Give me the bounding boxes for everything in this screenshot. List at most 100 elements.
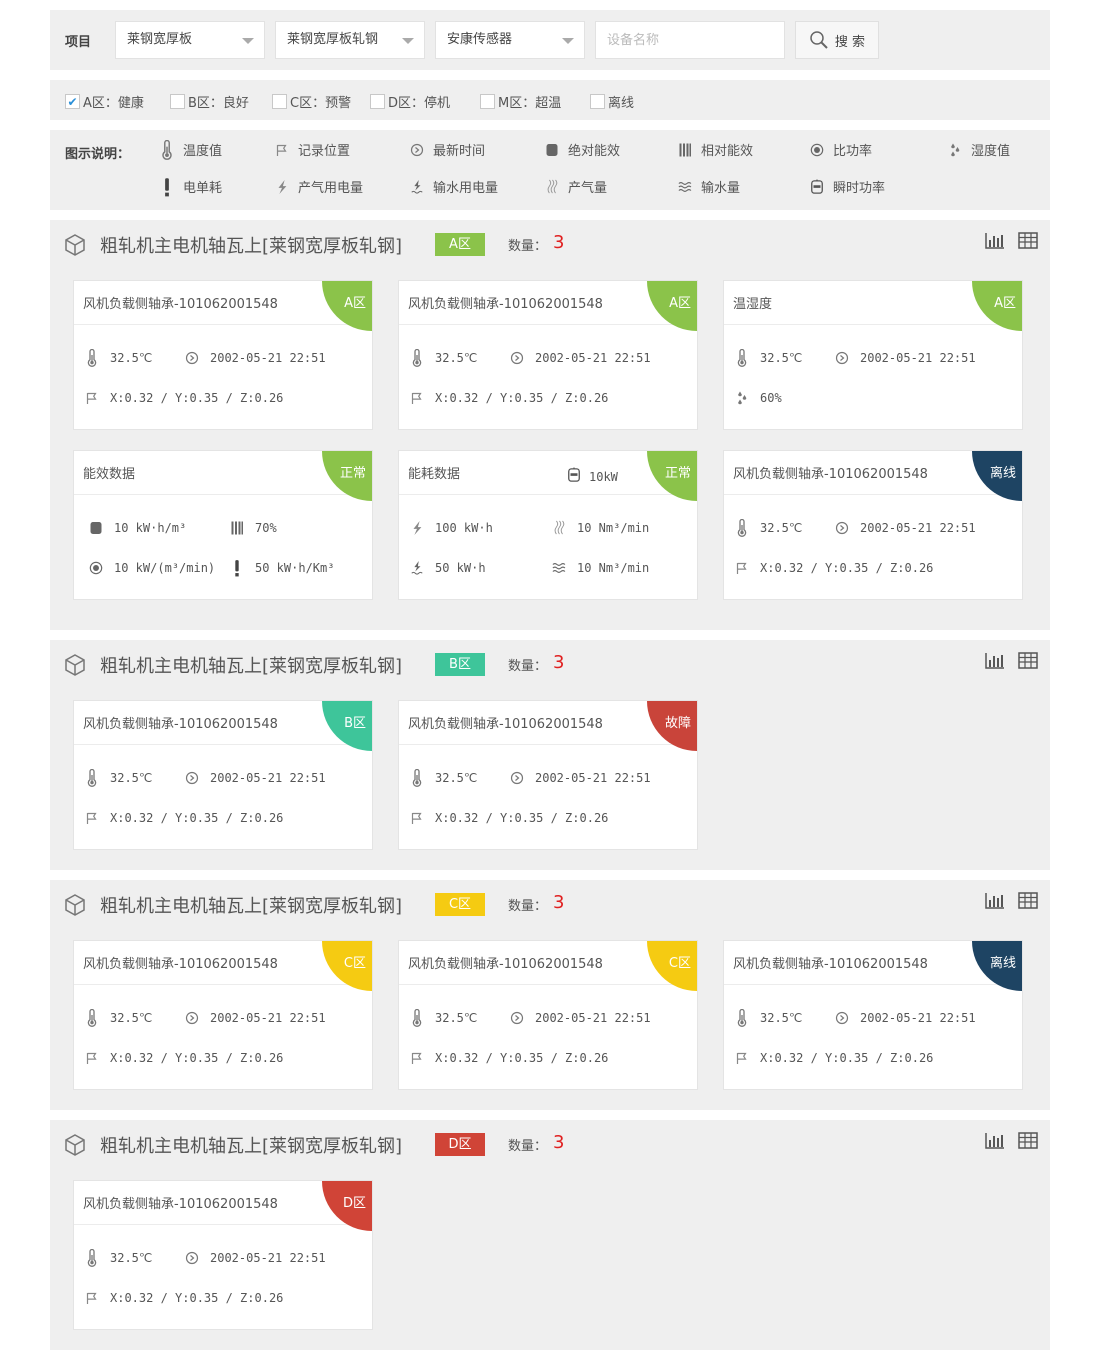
legend-item: 产气量 bbox=[545, 177, 607, 196]
droplets-icon bbox=[734, 389, 750, 407]
card-title: 风机负载侧轴承-101062001548 bbox=[733, 957, 928, 972]
status-filter-1[interactable]: B区：良好 bbox=[170, 92, 249, 111]
steam-icon bbox=[551, 519, 567, 537]
checkbox[interactable] bbox=[480, 94, 495, 109]
legend-item-label: 温度值 bbox=[183, 144, 223, 159]
legend-item-label: 瞬时功率 bbox=[833, 181, 886, 196]
checkbox[interactable] bbox=[370, 94, 385, 109]
card-title: 风机负载侧轴承-101062001548 bbox=[83, 1197, 278, 1212]
checkbox[interactable] bbox=[170, 94, 185, 109]
unit-consumption-value: 50 kW·h/Km³ bbox=[255, 561, 335, 575]
position-value: X:0.32 / Y:0.35 / Z:0.26 bbox=[435, 1051, 609, 1065]
zone-badge: D区 bbox=[435, 1133, 485, 1156]
device-card[interactable]: 温湿度 A区 32.5℃ 2002-05-21 22:51 60% bbox=[723, 280, 1023, 430]
filter-bar: 项目 莱钢宽厚板 莱钢宽厚板轧钢 安康传感器 搜 索 bbox=[50, 10, 1050, 70]
table-icon[interactable] bbox=[1018, 892, 1038, 910]
device-card[interactable]: 风机负载侧轴承-101062001548 A区 32.5℃ 2002-05-21 … bbox=[73, 280, 373, 430]
search-icon bbox=[809, 30, 829, 50]
checkbox[interactable]: ✔ bbox=[65, 94, 80, 109]
company-select[interactable]: 莱钢宽厚板 bbox=[115, 21, 265, 59]
water-lightning-icon bbox=[409, 559, 425, 577]
card-title: 风机负载侧轴承-101062001548 bbox=[83, 717, 278, 732]
bar-chart-icon[interactable] bbox=[985, 892, 1005, 910]
device-group: 粗轧机主电机轴瓦上[莱钢宽厚板轧钢] B区 数量： 3 风机负载侧轴承-1010… bbox=[50, 640, 1050, 870]
card-title: 风机负载侧轴承-101062001548 bbox=[83, 297, 278, 312]
temperature: 32.5℃ bbox=[409, 1009, 477, 1027]
device-name-input[interactable] bbox=[595, 21, 785, 59]
bar-chart-icon[interactable] bbox=[985, 1132, 1005, 1150]
search-button-label: 搜 索 bbox=[834, 34, 866, 50]
cube-icon bbox=[63, 653, 87, 677]
status-filter-4[interactable]: M区：超温 bbox=[480, 92, 561, 111]
thermometer-icon bbox=[84, 349, 100, 367]
status-filter-label: C区：预警 bbox=[290, 96, 352, 111]
thermometer-icon bbox=[409, 349, 425, 367]
company-select-value: 莱钢宽厚板 bbox=[127, 32, 193, 47]
table-icon[interactable] bbox=[1018, 1132, 1038, 1150]
status-badge: A区 bbox=[994, 296, 1016, 311]
temperature: 32.5℃ bbox=[734, 1009, 802, 1027]
legend-item-label: 输水量 bbox=[701, 181, 741, 196]
temperature-value: 32.5℃ bbox=[760, 351, 803, 365]
status-filter-label: B区：良好 bbox=[188, 96, 249, 111]
bar-chart-icon[interactable] bbox=[985, 652, 1005, 670]
status-badge: 正常 bbox=[339, 466, 366, 481]
flag-icon bbox=[84, 389, 100, 407]
card-header: 风机负载侧轴承-101062001548 A区 bbox=[399, 281, 697, 331]
latest-time-value: 2002-05-21 22:51 bbox=[535, 771, 651, 785]
position-value: X:0.32 / Y:0.35 / Z:0.26 bbox=[760, 1051, 934, 1065]
abs-efficiency: 10 kW·h/m³ bbox=[88, 519, 186, 537]
status-filter-label: D区：停机 bbox=[388, 96, 451, 111]
temperature: 32.5℃ bbox=[409, 349, 477, 367]
group-header: 粗轧机主电机轴瓦上[莱钢宽厚板轧钢] B区 数量： 3 bbox=[50, 640, 1050, 690]
flag-icon bbox=[734, 559, 750, 577]
sensor-select[interactable]: 安康传感器 bbox=[435, 21, 585, 59]
device-card[interactable]: 风机负载侧轴承-101062001548 离线 32.5℃ 2002-05-21 … bbox=[723, 940, 1023, 1090]
bars-icon bbox=[229, 519, 245, 537]
device-card[interactable]: 能耗数据 10kW 正常 100 kW·h 10 Nm³/min 50 kW·h 10… bbox=[398, 450, 698, 600]
plant-select[interactable]: 莱钢宽厚板轧钢 bbox=[275, 21, 425, 59]
checkbox[interactable] bbox=[590, 94, 605, 109]
card-header: 风机负载侧轴承-101062001548 B区 bbox=[74, 701, 372, 751]
device-card[interactable]: 风机负载侧轴承-101062001548 离线 32.5℃ 2002-05-21 … bbox=[723, 450, 1023, 600]
table-icon[interactable] bbox=[1018, 232, 1038, 250]
device-card[interactable]: 风机负载侧轴承-101062001548 B区 32.5℃ 2002-05-21 … bbox=[73, 700, 373, 850]
status-badge: C区 bbox=[668, 956, 691, 971]
group-title: 粗轧机主电机轴瓦上[莱钢宽厚板轧钢] bbox=[100, 896, 403, 917]
status-badge: C区 bbox=[343, 956, 366, 971]
search-button[interactable]: 搜 索 bbox=[795, 21, 879, 59]
device-card[interactable]: 风机负载侧轴承-101062001548 C区 32.5℃ 2002-05-21 … bbox=[73, 940, 373, 1090]
latest-time: 2002-05-21 22:51 bbox=[509, 769, 651, 787]
status-filter-2[interactable]: C区：预警 bbox=[272, 92, 351, 111]
device-card[interactable]: 风机负载侧轴承-101062001548 A区 32.5℃ 2002-05-21 … bbox=[398, 280, 698, 430]
status-filter-3[interactable]: D区：停机 bbox=[370, 92, 450, 111]
legend-item-label: 绝对能效 bbox=[568, 144, 621, 159]
checkbox[interactable] bbox=[272, 94, 287, 109]
position: X:0.32 / Y:0.35 / Z:0.26 bbox=[409, 389, 608, 407]
legend-item: 比功率 bbox=[810, 140, 872, 159]
device-card[interactable]: 风机负载侧轴承-101062001548 故障 32.5℃ 2002-05-21 … bbox=[398, 700, 698, 850]
status-filter-0[interactable]: ✔ A区：健康 bbox=[65, 92, 144, 111]
device-card[interactable]: 能效数据 正常 10 kW·h/m³ 70% 10 kW/(m³/min) 50 kW… bbox=[73, 450, 373, 600]
position-value: X:0.32 / Y:0.35 / Z:0.26 bbox=[110, 391, 284, 405]
gas-power: 100 kW·h bbox=[409, 519, 493, 537]
status-badge: B区 bbox=[344, 716, 366, 731]
meter-icon bbox=[810, 179, 824, 195]
status-filter-label: A区：健康 bbox=[83, 96, 144, 111]
position-value: X:0.32 / Y:0.35 / Z:0.26 bbox=[435, 391, 609, 405]
humidity-value: 60% bbox=[760, 391, 782, 405]
status-filter-5[interactable]: 离线 bbox=[590, 92, 634, 111]
latest-time: 2002-05-21 22:51 bbox=[184, 769, 326, 787]
position-value: X:0.32 / Y:0.35 / Z:0.26 bbox=[110, 811, 284, 825]
cube-icon bbox=[63, 233, 87, 257]
cylinder-icon bbox=[88, 519, 104, 537]
device-card[interactable]: 风机负载侧轴承-101062001548 D区 32.5℃ 2002-05-21 … bbox=[73, 1180, 373, 1330]
bar-chart-icon[interactable] bbox=[985, 232, 1005, 250]
device-card[interactable]: 风机负载侧轴承-101062001548 C区 32.5℃ 2002-05-21 … bbox=[398, 940, 698, 1090]
clock-icon bbox=[834, 519, 850, 537]
table-icon[interactable] bbox=[1018, 652, 1038, 670]
position: X:0.32 / Y:0.35 / Z:0.26 bbox=[409, 1049, 608, 1067]
thermometer-icon bbox=[409, 1009, 425, 1027]
flag-icon bbox=[84, 1289, 100, 1307]
zone-badge: B区 bbox=[435, 653, 485, 676]
